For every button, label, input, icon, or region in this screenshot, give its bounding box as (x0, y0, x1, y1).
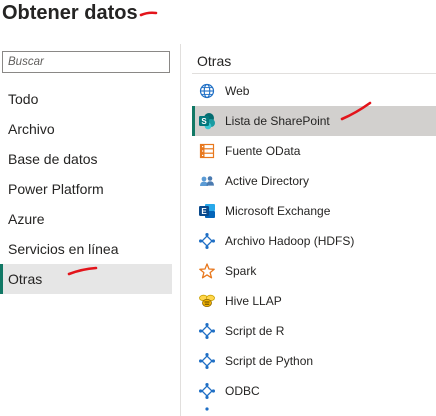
source-list: Web S Lista de SharePoint Fuente OData A… (192, 76, 436, 414)
active-directory-icon (198, 172, 216, 190)
category-label: Power Platform (8, 181, 104, 197)
category-label: Servicios en línea (8, 241, 119, 257)
section-title-text: Otras (197, 53, 232, 69)
connector-icon (198, 322, 216, 340)
source-item-python-script[interactable]: Script de Python (192, 346, 436, 376)
category-item-base-de-datos[interactable]: Base de datos (0, 144, 172, 174)
exchange-icon: E (198, 202, 216, 220)
odata-icon (198, 142, 216, 160)
source-label: Fuente OData (225, 144, 301, 158)
category-item-archivo[interactable]: Archivo (0, 114, 172, 144)
category-item-otras[interactable]: Otras (0, 264, 172, 294)
connector-icon (198, 232, 216, 250)
source-label: Spark (225, 264, 257, 278)
sharepoint-icon: S (198, 112, 216, 130)
source-label: Lista de SharePoint (225, 114, 330, 128)
source-item-odata-feed[interactable]: Fuente OData (192, 136, 436, 166)
spark-star-icon (198, 262, 216, 280)
category-item-power-platform[interactable]: Power Platform (0, 174, 172, 204)
source-item-spark[interactable]: Spark (192, 256, 436, 286)
panel-divider (180, 44, 181, 416)
source-item-microsoft-exchange[interactable]: E Microsoft Exchange (192, 196, 436, 226)
source-item-hive-llap[interactable]: Hive LLAP (192, 286, 436, 316)
source-item-hadoop-file[interactable]: Archivo Hadoop (HDFS) (192, 226, 436, 256)
source-item-sharepoint-list[interactable]: S Lista de SharePoint (192, 106, 436, 136)
source-label: Script de R (225, 324, 285, 338)
category-label: Archivo (8, 121, 55, 137)
category-item-todo[interactable]: Todo (0, 84, 172, 114)
source-item-web[interactable]: Web (192, 76, 436, 106)
section-title: Otras (197, 53, 231, 69)
search-box[interactable] (2, 51, 170, 73)
category-label: Todo (8, 91, 39, 107)
svg-text:S: S (201, 117, 207, 126)
section-divider (192, 73, 436, 74)
source-item-odbc[interactable]: ODBC (192, 376, 436, 406)
source-item-r-script[interactable]: Script de R (192, 316, 436, 346)
source-label: Microsoft Exchange (225, 204, 331, 218)
category-label: Base de datos (8, 151, 98, 167)
connector-icon (198, 406, 216, 414)
source-label: Hive LLAP (225, 294, 282, 308)
connector-icon (198, 382, 216, 400)
dialog-title: Obtener datos (2, 2, 138, 25)
search-input[interactable] (3, 52, 169, 72)
source-label: Active Directory (225, 174, 310, 188)
source-label: ODBC (225, 384, 260, 398)
connector-icon (198, 352, 216, 370)
source-label: Web (225, 84, 250, 98)
category-label: Otras (8, 271, 43, 287)
source-item-partial[interactable] (192, 406, 436, 414)
svg-text:E: E (201, 207, 207, 216)
source-item-active-directory[interactable]: Active Directory (192, 166, 436, 196)
category-label: Azure (8, 211, 45, 227)
source-label: Script de Python (225, 354, 314, 368)
dialog-title-text: Obtener datos (2, 2, 138, 24)
category-item-azure[interactable]: Azure (0, 204, 172, 234)
category-list: Todo Archivo Base de datos Power Platfor… (0, 84, 172, 294)
source-label: Archivo Hadoop (HDFS) (225, 234, 355, 248)
hive-bee-icon (198, 292, 216, 310)
category-item-servicios-en-linea[interactable]: Servicios en línea (0, 234, 172, 264)
globe-icon (198, 82, 216, 100)
annotation-mark-title (139, 11, 158, 17)
